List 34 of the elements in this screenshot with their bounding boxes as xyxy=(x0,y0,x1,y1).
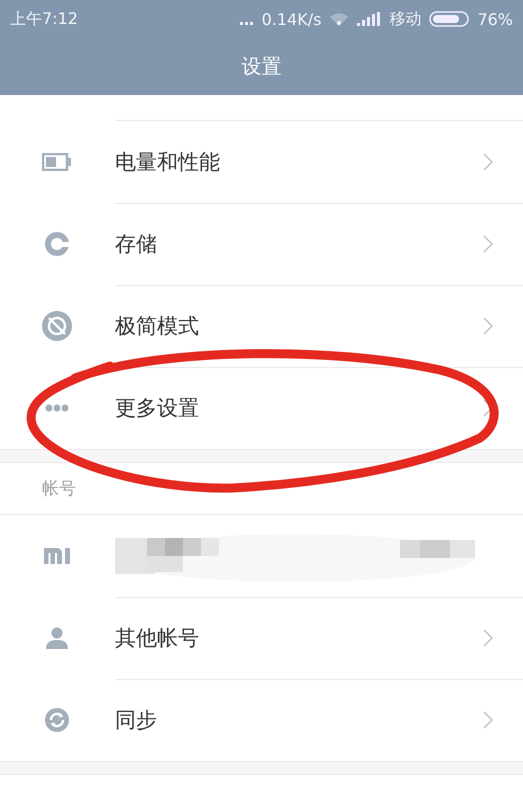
network-speed: 0.14K/s xyxy=(262,10,322,28)
wifi-icon xyxy=(329,12,350,26)
settings-row[interactable]: 电量和性能 xyxy=(0,121,523,203)
chevron-icon xyxy=(483,317,493,335)
battery-icon xyxy=(429,11,470,27)
crossed-circle-icon xyxy=(40,310,72,342)
battery-icon xyxy=(42,153,72,171)
row-label: 其他帐号 xyxy=(115,626,199,650)
signal-icon xyxy=(357,12,382,26)
settings-row[interactable]: 存储 xyxy=(0,203,523,285)
mi-logo-icon xyxy=(44,548,70,564)
row-label: 同步 xyxy=(115,708,157,732)
chevron-icon xyxy=(483,153,493,171)
row-label: 电量和性能 xyxy=(115,150,220,174)
settings-row[interactable]: 极简模式 xyxy=(0,285,523,367)
carrier-name: 移动 xyxy=(389,8,422,30)
section-header: 帐号 xyxy=(42,478,76,500)
person-icon xyxy=(46,627,68,649)
settings-row[interactable]: 更多设置 xyxy=(0,367,523,449)
more-icon xyxy=(44,404,68,412)
page-title: 设置 xyxy=(242,53,282,80)
chevron-icon xyxy=(483,629,493,647)
row-label: 更多设置 xyxy=(115,396,199,420)
activity-dots: ... xyxy=(238,10,254,28)
settings-row[interactable]: 其他帐号 xyxy=(0,597,523,679)
battery-percent: 76% xyxy=(477,10,513,28)
row-label: 极简模式 xyxy=(115,314,199,338)
sync-icon xyxy=(44,708,68,732)
storage-icon xyxy=(44,231,70,257)
row-label: 存储 xyxy=(115,232,157,256)
clock: 上午7:12 xyxy=(10,8,78,30)
chevron-icon xyxy=(483,711,493,729)
settings-row[interactable]: 同步 xyxy=(0,679,523,761)
chevron-icon xyxy=(483,235,493,253)
